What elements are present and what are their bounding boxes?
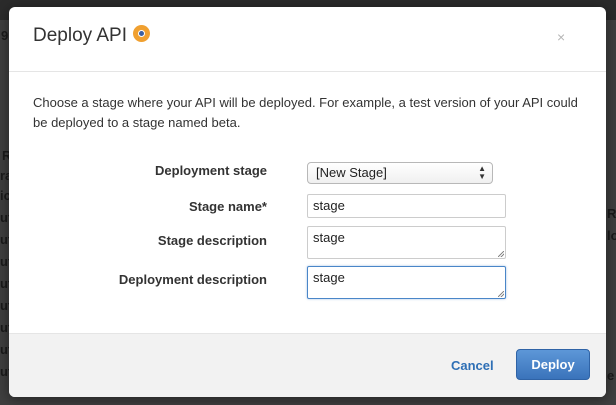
deploy-button[interactable]: Deploy [516, 349, 590, 380]
select-arrows-icon: ▲ ▼ [478, 164, 486, 181]
stage-description-textarea[interactable]: stage [307, 226, 506, 259]
deployment-stage-label: Deployment stage [155, 163, 267, 178]
background-text-fragment: 9 [1, 28, 9, 43]
resize-handle-icon[interactable] [498, 251, 504, 257]
resize-handle-icon[interactable] [498, 291, 504, 297]
close-icon[interactable]: × [557, 29, 565, 45]
stage-description-value: stage [313, 230, 345, 245]
dialog-title: Deploy API [33, 25, 127, 46]
cancel-button[interactable]: Cancel [451, 358, 494, 373]
stage-name-label: Stage name* [188, 199, 267, 214]
background-text-fragment: e [607, 368, 615, 383]
info-circle-icon[interactable] [133, 25, 150, 43]
deployment-stage-selected-value: [New Stage] [316, 165, 387, 180]
dialog-description: Choose a stage where your API will be de… [33, 95, 578, 130]
deployment-description-label: Deployment description [118, 272, 267, 287]
background-text-fragment: lo [607, 228, 616, 243]
background-text-fragment: R [607, 206, 616, 221]
deployment-description-value: stage [313, 270, 345, 285]
deployment-description-textarea[interactable]: stage [307, 266, 506, 299]
stage-description-label: Stage description [157, 233, 267, 248]
deployment-stage-select[interactable]: [New Stage] ▲ ▼ [307, 162, 493, 184]
stage-name-input[interactable]: stage [307, 194, 506, 218]
dialog-title-row: Deploy API [33, 25, 150, 47]
deploy-api-dialog: Deploy API × Choose a stage where your A… [9, 7, 606, 397]
dialog-header: Deploy API × [9, 7, 606, 72]
